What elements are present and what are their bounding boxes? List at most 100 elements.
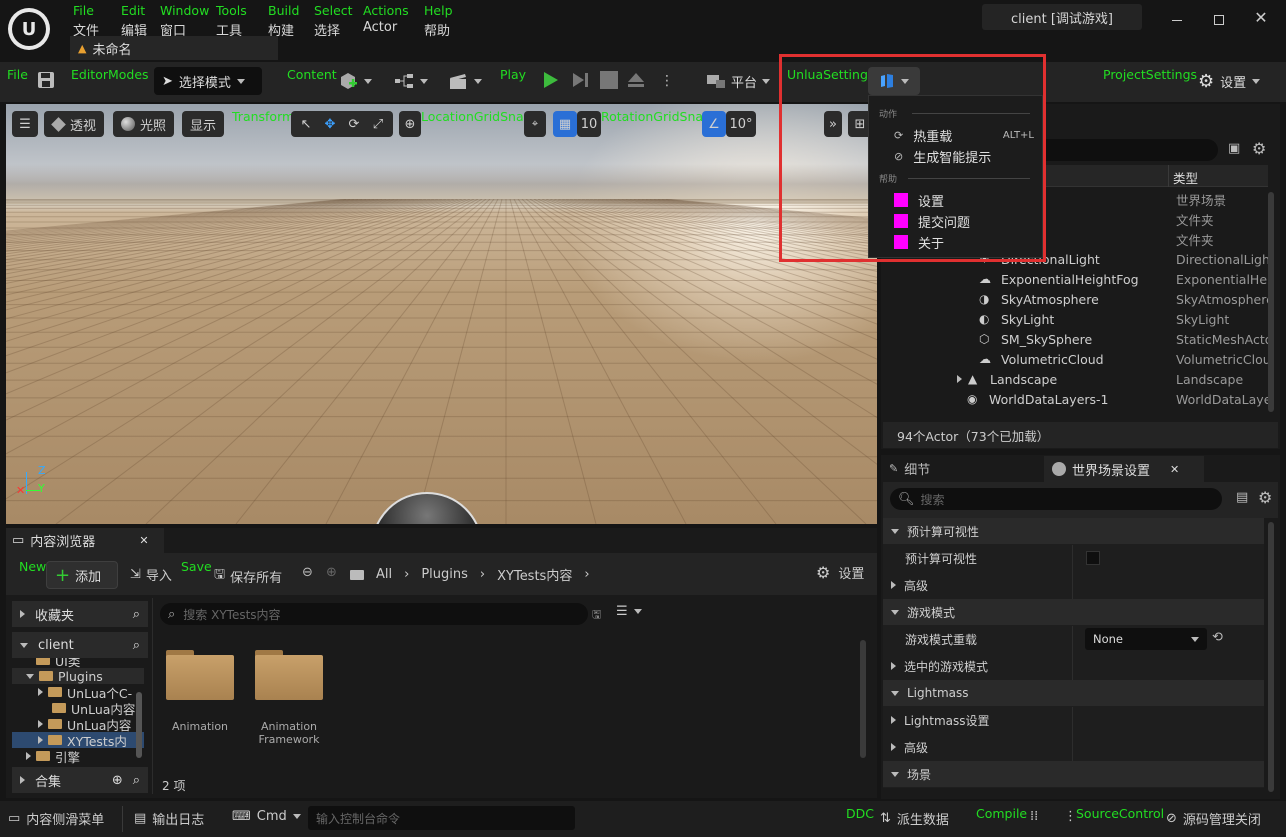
- cmd-dropdown[interactable]: ⌨ Cmd: [232, 809, 301, 824]
- save-level-button[interactable]: [36, 70, 58, 92]
- menu-tools[interactable]: Tools 工具: [216, 3, 247, 39]
- outliner-row[interactable]: ◉ WorldDataLayers-1 WorldDataLaye: [883, 389, 1268, 409]
- tab-world-settings[interactable]: 世界场景设置 ✕: [1044, 456, 1204, 482]
- details-category[interactable]: Lightmass: [883, 680, 1264, 707]
- search-icon[interactable]: ⌕: [133, 607, 140, 622]
- details-search[interactable]: 🔍︎ 搜索: [890, 488, 1222, 510]
- reset-to-default-button[interactable]: ⟲: [1212, 630, 1223, 645]
- platform-button[interactable]: 平台: [706, 67, 772, 95]
- gamemode-select[interactable]: None: [1085, 628, 1207, 650]
- menu-build[interactable]: Build 构建: [268, 3, 299, 39]
- details-settings-button[interactable]: ⚙: [1258, 488, 1272, 507]
- settings-button[interactable]: ⚙ 设置: [1198, 67, 1278, 95]
- select-tool-icon[interactable]: ↖: [295, 117, 317, 132]
- details-scrollbar[interactable]: [1268, 522, 1274, 792]
- tab-details[interactable]: ✎ 细节: [883, 456, 1033, 480]
- menu-help[interactable]: Help 帮助: [424, 3, 453, 39]
- history-forward-button[interactable]: ⊕: [326, 565, 337, 580]
- details-property[interactable]: 高级: [883, 572, 1264, 599]
- content-drawer-button[interactable]: ▭ 内容侧滑菜单: [8, 809, 104, 828]
- save-all-button[interactable]: 🖫 保存所有: [214, 565, 282, 587]
- collections-header[interactable]: 合集 ⊕ ⌕: [12, 767, 148, 793]
- import-button[interactable]: ⇲ 导入: [130, 565, 172, 584]
- compile-button[interactable]: ⁞⁞: [1030, 809, 1038, 824]
- show-button[interactable]: 显示: [182, 111, 225, 137]
- console-input[interactable]: 输入控制台命令: [308, 806, 575, 830]
- source-control-button[interactable]: ⊘ 源码管理关闭: [1166, 809, 1261, 828]
- unreal-logo[interactable]: U: [8, 8, 50, 50]
- maximize-button[interactable]: [1206, 10, 1232, 30]
- history-back-button[interactable]: ⊖: [302, 565, 313, 580]
- search-icon[interactable]: ⌕: [133, 773, 140, 788]
- cb-settings-button[interactable]: ⚙ 设置: [816, 563, 864, 582]
- add-circle-icon[interactable]: ⊕: [112, 773, 123, 788]
- folder-tile[interactable]: Animation Framework: [252, 646, 326, 746]
- filter-button[interactable]: ☰: [616, 604, 642, 619]
- menu-window[interactable]: Window 窗口: [160, 3, 209, 39]
- surface-snap-button[interactable]: ⌖: [524, 111, 546, 137]
- world-local-button[interactable]: ⊕: [399, 111, 421, 137]
- eject-button[interactable]: [626, 70, 648, 92]
- rotate-tool-icon[interactable]: ⟳: [343, 117, 365, 132]
- menu-file[interactable]: File 文件: [73, 3, 99, 39]
- folder-tile[interactable]: Animation: [163, 646, 237, 733]
- menu-actions[interactable]: Actions Actor: [363, 3, 409, 35]
- search-icon[interactable]: ⌕: [133, 638, 140, 653]
- project-header[interactable]: client ⌕: [12, 632, 148, 658]
- details-property[interactable]: 选中的游戏模式: [883, 653, 1264, 680]
- add-folder-button[interactable]: ▣: [1228, 141, 1240, 156]
- outliner-scrollbar[interactable]: [1268, 192, 1274, 412]
- outliner-type-column[interactable]: 类型: [1173, 168, 1198, 187]
- play-button[interactable]: [540, 70, 562, 92]
- tree-item[interactable]: UI类: [12, 658, 144, 669]
- asset-scrollbar[interactable]: [860, 640, 866, 758]
- tab-content-browser[interactable]: ▭ 内容浏览器 ✕: [6, 528, 164, 553]
- perspective-button[interactable]: 透视: [44, 111, 105, 137]
- add-actor-button[interactable]: [338, 70, 376, 92]
- rotation-snap-value[interactable]: 10°: [726, 111, 756, 137]
- blueprints-button[interactable]: [394, 70, 430, 92]
- level-viewport[interactable]: Z Y ✕: [6, 104, 877, 524]
- derived-data-button[interactable]: ⇅ 派生数据: [880, 809, 949, 828]
- step-button[interactable]: [570, 70, 592, 92]
- details-category[interactable]: 场景: [883, 761, 1264, 788]
- level-tab[interactable]: ▲ 未命名: [70, 36, 278, 60]
- details-category[interactable]: 游戏模式: [883, 599, 1264, 626]
- outliner-row[interactable]: ☁ ExponentialHeightFog ExponentialHei: [883, 269, 1268, 289]
- details-property[interactable]: 高级: [883, 734, 1264, 761]
- grid-snap-value[interactable]: 10: [577, 111, 601, 137]
- outliner-row[interactable]: ⬡ SM_SkySphere StaticMeshActo: [883, 329, 1268, 349]
- tree-scrollbar[interactable]: [136, 692, 142, 758]
- add-content-button[interactable]: + 添加: [46, 561, 118, 589]
- output-log-button[interactable]: ▤ 输出日志: [134, 809, 204, 828]
- details-category[interactable]: 预计算可视性: [883, 518, 1264, 545]
- breadcrumb-xytests[interactable]: XYTests内容: [497, 565, 572, 584]
- outliner-search[interactable]: [1030, 139, 1218, 161]
- save-search-button[interactable]: 🖫: [592, 606, 601, 625]
- close-tab-icon[interactable]: ✕: [139, 534, 148, 547]
- outliner-row[interactable]: ☁ VolumetricCloud VolumetricClou: [883, 349, 1268, 369]
- rotation-snap-toggle[interactable]: ∠: [702, 111, 726, 137]
- scale-tool-icon[interactable]: ⤢: [367, 117, 389, 132]
- move-tool-icon[interactable]: ✥: [319, 117, 341, 132]
- play-options-button[interactable]: ⋮: [660, 70, 674, 92]
- select-mode-dropdown[interactable]: ➤ 选择模式: [154, 67, 262, 95]
- viewport-menu-button[interactable]: ☰: [12, 111, 38, 137]
- close-button[interactable]: ✕: [1248, 8, 1274, 30]
- favorites-header[interactable]: 收藏夹 ⌕: [12, 601, 148, 627]
- precompute-checkbox[interactable]: [1086, 551, 1100, 565]
- close-tab-icon[interactable]: ✕: [1170, 463, 1179, 476]
- outliner-row[interactable]: ▲ Landscape Landscape: [883, 369, 1268, 389]
- grid-snap-toggle[interactable]: ▦: [553, 111, 577, 137]
- outliner-settings-button[interactable]: ⚙: [1252, 139, 1266, 158]
- details-property[interactable]: Lightmass设置: [883, 707, 1264, 734]
- cinematics-button[interactable]: [448, 70, 484, 92]
- asset-search[interactable]: ⌕ 搜索 XYTests内容: [160, 603, 588, 625]
- minimize-button[interactable]: [1164, 10, 1190, 30]
- outliner-row[interactable]: ◑ SkyAtmosphere SkyAtmosphere: [883, 289, 1268, 309]
- menu-select[interactable]: Select 选择: [314, 3, 353, 39]
- details-property[interactable]: 预计算可视性: [883, 545, 1264, 572]
- lit-button[interactable]: 光照: [113, 111, 175, 137]
- outliner-row[interactable]: ◐ SkyLight SkyLight: [883, 309, 1268, 329]
- breadcrumb-plugins[interactable]: Plugins: [421, 567, 468, 582]
